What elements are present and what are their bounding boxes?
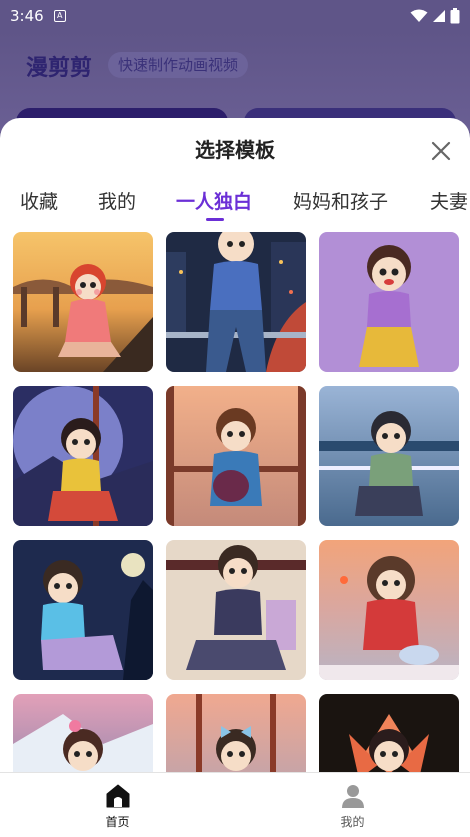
template-card[interactable] — [319, 540, 459, 680]
app-header: 漫剪剪 快速制作动画视频 — [0, 32, 470, 148]
template-thumbnail — [319, 386, 459, 526]
template-thumbnail — [319, 540, 459, 680]
template-card[interactable] — [13, 540, 153, 680]
status-bar: 3:46 A — [0, 0, 470, 32]
category-tabs: 收藏 我的 一人独白 妈妈和孩子 夫妻 — [0, 188, 470, 222]
sheet-title: 选择模板 — [195, 138, 275, 162]
template-thumbnail — [13, 232, 153, 372]
signal-icon — [433, 10, 445, 22]
template-thumbnail — [166, 694, 306, 772]
battery-icon — [450, 8, 460, 24]
template-grid — [13, 232, 459, 772]
home-icon — [106, 784, 129, 808]
nav-home-label: 首页 — [105, 815, 130, 829]
active-tab-indicator — [206, 218, 224, 221]
nav-mine-label: 我的 — [340, 815, 365, 829]
close-icon[interactable] — [430, 140, 452, 162]
wifi-icon — [410, 9, 428, 22]
status-icons — [410, 8, 460, 24]
template-picker-sheet: 选择模板 收藏 我的 一人独白 妈妈和孩子 夫妻 — [0, 118, 470, 772]
template-card[interactable] — [166, 694, 306, 772]
template-card[interactable] — [13, 694, 153, 772]
template-thumbnail — [319, 232, 459, 372]
template-thumbnail — [166, 540, 306, 680]
template-thumbnail — [166, 232, 306, 372]
tab-favorites[interactable]: 收藏 — [20, 188, 58, 216]
app-tagline: 快速制作动画视频 — [108, 52, 249, 78]
template-thumbnail — [13, 386, 153, 526]
bottom-nav: 首页 我的 — [0, 772, 470, 837]
nav-mine[interactable]: 我的 — [235, 773, 470, 837]
template-card[interactable] — [166, 386, 306, 526]
template-card[interactable] — [319, 694, 459, 772]
template-thumbnail — [13, 694, 153, 772]
sim-a-icon: A — [53, 10, 66, 22]
nav-home[interactable]: 首页 — [0, 773, 235, 837]
template-card[interactable] — [13, 232, 153, 372]
app-title: 漫剪剪 — [26, 56, 93, 81]
template-thumbnail — [166, 386, 306, 526]
template-card[interactable] — [166, 232, 306, 372]
template-card[interactable] — [319, 232, 459, 372]
template-thumbnail — [13, 540, 153, 680]
tab-mother-child[interactable]: 妈妈和孩子 — [293, 188, 388, 216]
person-icon — [341, 785, 364, 808]
tab-couple[interactable]: 夫妻 — [430, 188, 468, 216]
template-thumbnail — [319, 694, 459, 772]
status-time: 3:46 — [10, 7, 44, 25]
tab-mine[interactable]: 我的 — [98, 188, 136, 216]
template-card[interactable] — [166, 540, 306, 680]
template-card[interactable] — [13, 386, 153, 526]
template-card[interactable] — [319, 386, 459, 526]
tab-monologue[interactable]: 一人独白 — [176, 188, 252, 216]
